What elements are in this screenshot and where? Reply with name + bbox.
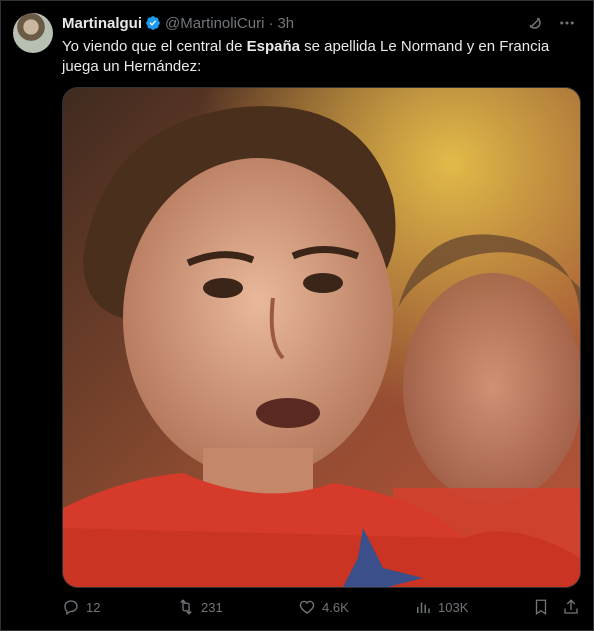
tweet-header: Martinalgui @MartinoliCuri · 3h [62,13,577,33]
views-button[interactable]: 103K [414,598,468,616]
reply-button[interactable]: 12 [62,598,100,616]
views-count: 103K [438,599,469,615]
share-icon [564,599,578,614]
tweet-text-part1: Yo viendo que el central de [62,38,247,55]
avatar[interactable] [13,13,53,53]
more-icon[interactable] [557,13,577,33]
author-name[interactable]: Martinalgui [62,15,142,32]
heart-icon [299,600,315,614]
header-actions [525,13,577,33]
reply-icon [64,600,78,616]
tweet-media-photo[interactable] [62,87,581,588]
tweet-actions: 12 231 4.6K 103K [62,598,579,618]
like-count: 4.6K [322,599,349,615]
tweet-text: Yo viendo que el central de España se ap… [62,37,572,77]
separator-dot: · [268,14,274,32]
tweet-card[interactable]: Martinalgui @MartinoliCuri · 3h Yo viend… [0,0,594,631]
author-handle[interactable]: @MartinoliCuri [165,15,264,32]
like-button[interactable]: 4.6K [298,598,349,616]
tweet-text-bold: España [246,38,300,55]
retweet-icon [180,599,192,615]
bookmark-button[interactable] [532,598,550,616]
tweet-time[interactable]: 3h [277,15,294,32]
grok-icon[interactable] [525,13,545,33]
share-button[interactable] [562,598,580,616]
bookmark-icon [535,599,547,616]
retweet-count: 231 [201,599,223,615]
retweet-button[interactable]: 231 [177,598,223,616]
views-icon [417,602,430,613]
verified-badge-icon [145,15,161,31]
reply-count: 12 [86,599,101,615]
